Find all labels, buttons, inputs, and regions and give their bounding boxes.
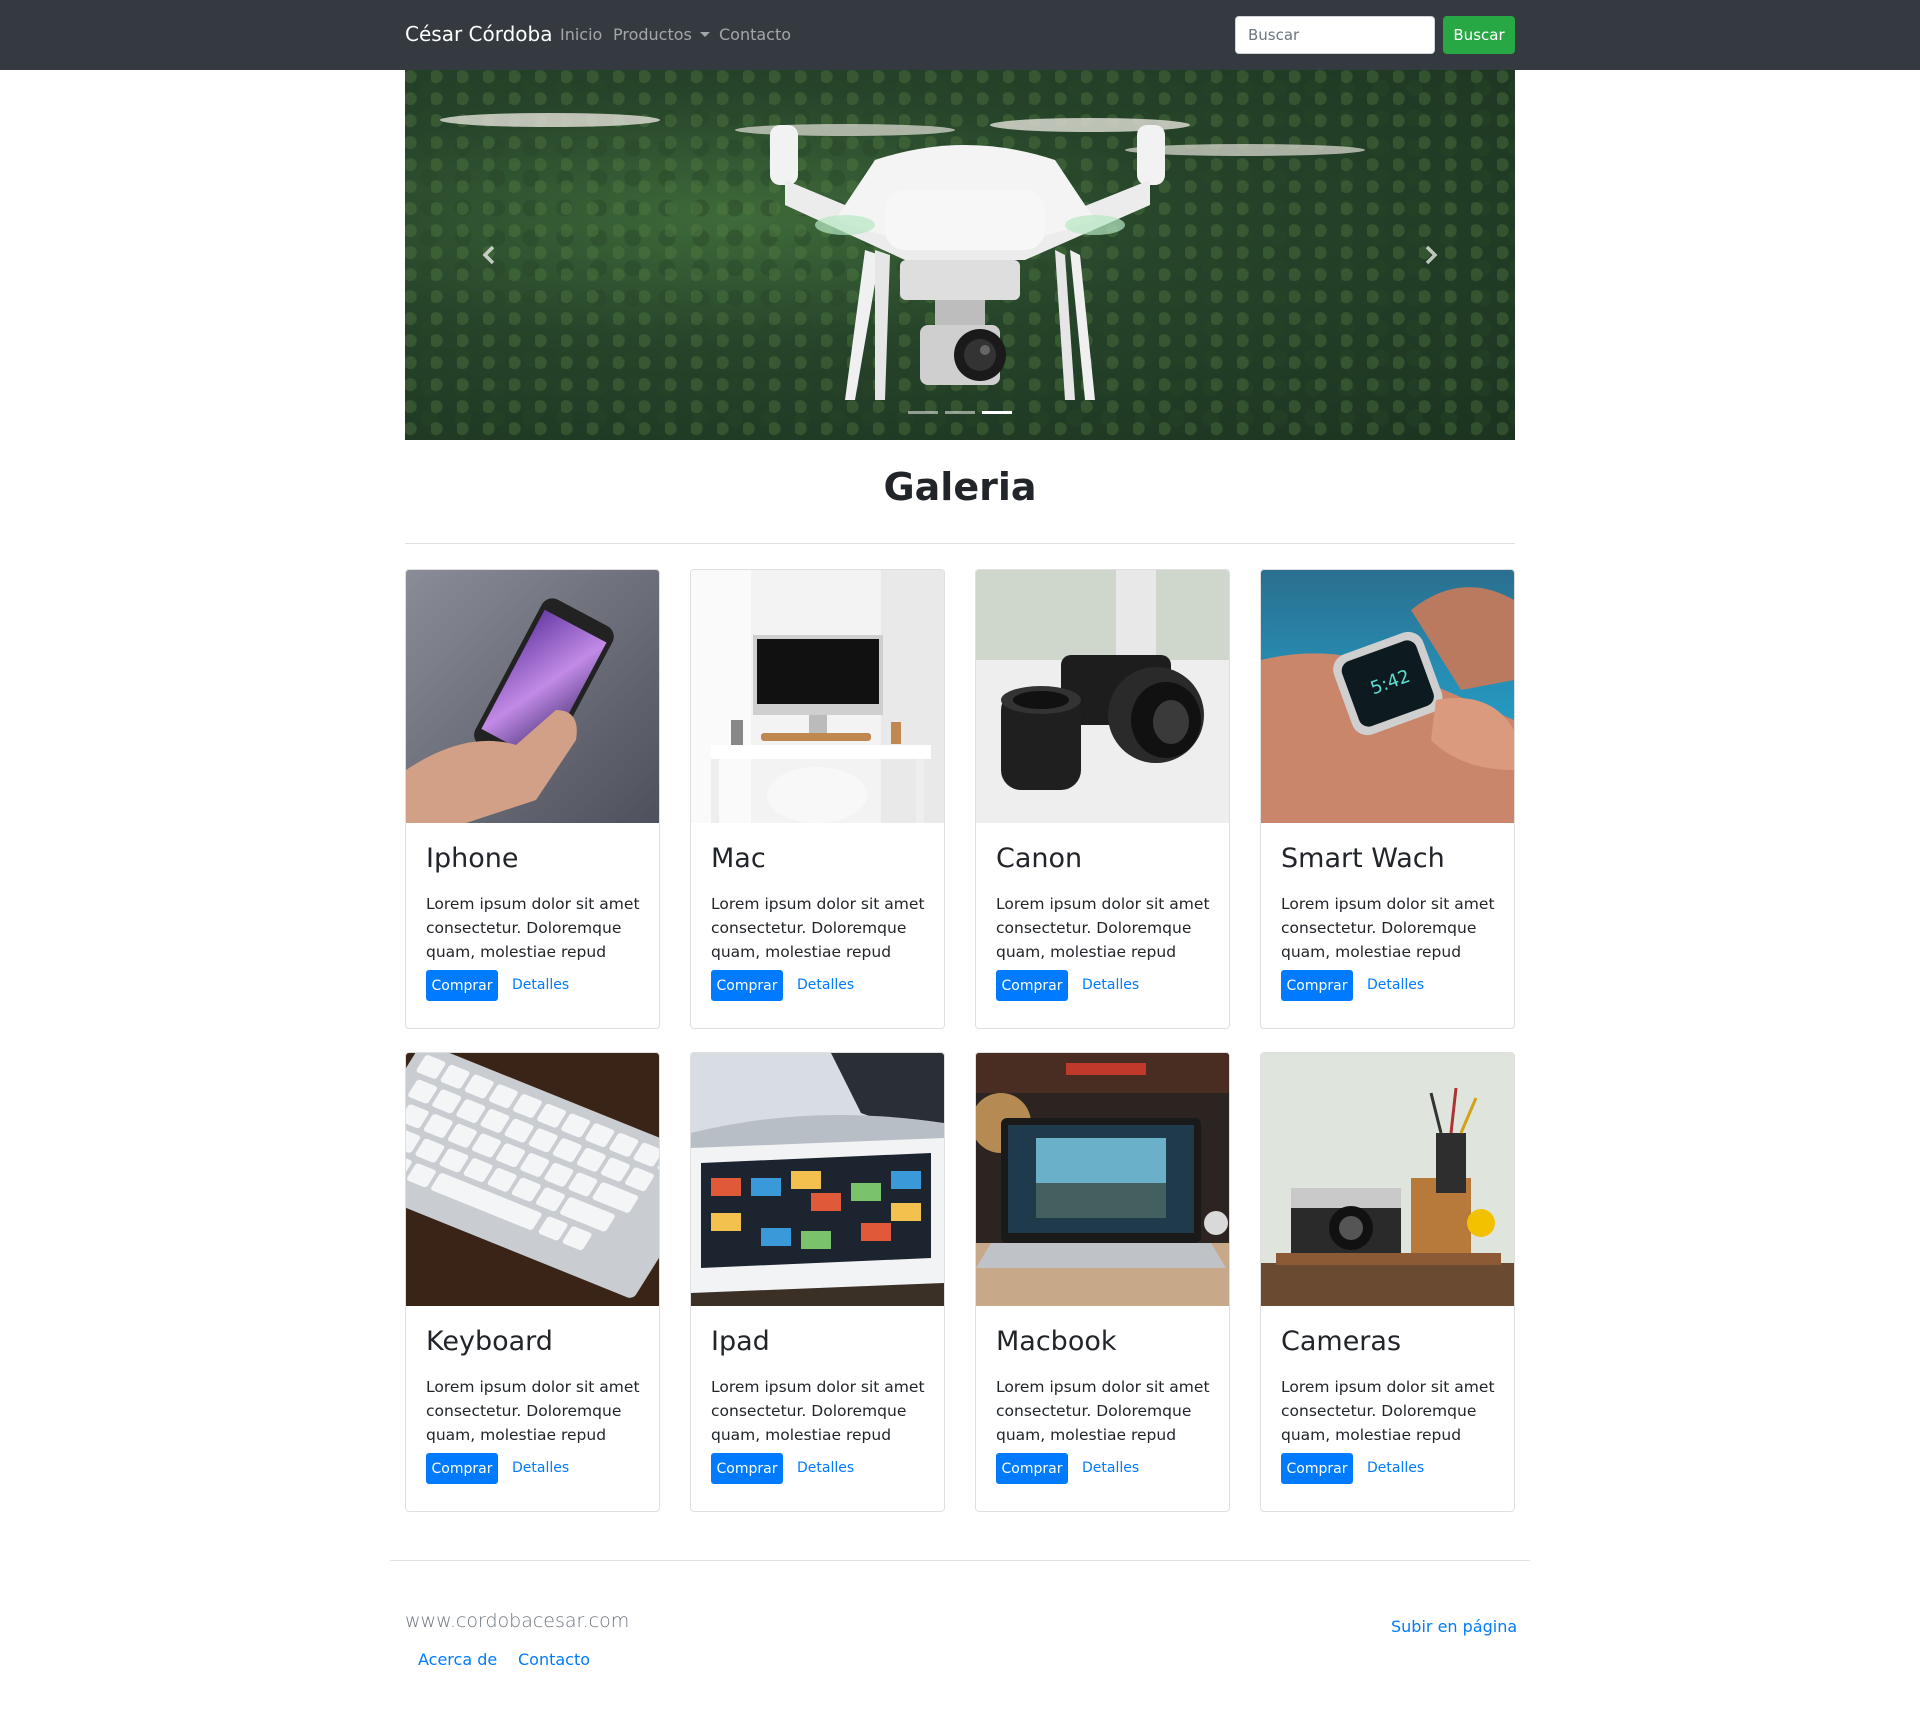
card-title: Canon bbox=[996, 843, 1083, 874]
nav-link-contacto[interactable]: Contacto bbox=[719, 25, 791, 44]
nav-dropdown-label: Productos bbox=[613, 25, 692, 44]
product-image-keyboard bbox=[406, 1053, 659, 1306]
navbar: César Córdoba Inicio Productos Contacto … bbox=[0, 0, 1920, 70]
details-link[interactable]: Detalles bbox=[797, 977, 854, 993]
carousel-indicator-active[interactable] bbox=[982, 411, 1012, 414]
back-to-top-link[interactable]: Subir en página bbox=[1391, 1617, 1517, 1636]
buy-button[interactable]: Comprar bbox=[1281, 1453, 1353, 1484]
details-link[interactable]: Detalles bbox=[797, 1460, 854, 1476]
product-card: 5:42 Smart Wach Lorem ipsum dolor sit am… bbox=[1260, 569, 1515, 1029]
card-text: Lorem ipsum dolor sit amet consectetur. … bbox=[1281, 895, 1495, 961]
navbar-container: César Córdoba Inicio Productos Contacto … bbox=[405, 0, 1515, 70]
footer-link-acerca[interactable]: Acerca de bbox=[418, 1650, 497, 1669]
divider bbox=[405, 543, 1515, 544]
product-card: Iphone Lorem ipsum dolor sit amet consec… bbox=[405, 569, 660, 1029]
card-text: Lorem ipsum dolor sit amet consectetur. … bbox=[426, 895, 640, 961]
nav-dropdown-productos[interactable]: Productos bbox=[613, 25, 710, 44]
search-input[interactable] bbox=[1235, 16, 1435, 54]
buy-button[interactable]: Comprar bbox=[426, 970, 498, 1001]
product-card: Ipad Lorem ipsum dolor sit amet consecte… bbox=[690, 1052, 945, 1512]
carousel-prev-icon[interactable] bbox=[475, 240, 505, 270]
card-text: Lorem ipsum dolor sit amet consectetur. … bbox=[1281, 1378, 1495, 1444]
card-title: Mac bbox=[711, 843, 766, 874]
card-text: Lorem ipsum dolor sit amet consectetur. … bbox=[996, 895, 1210, 961]
product-image-mac bbox=[691, 570, 944, 823]
details-link[interactable]: Detalles bbox=[1082, 977, 1139, 993]
footer-link-contacto[interactable]: Contacto bbox=[518, 1650, 590, 1669]
details-link[interactable]: Detalles bbox=[1367, 977, 1424, 993]
carousel-indicators bbox=[908, 411, 1018, 415]
footer-site-url: www.cordobacesar.com bbox=[405, 1610, 630, 1632]
product-image-smartwatch: 5:42 bbox=[1261, 570, 1514, 823]
buy-button[interactable]: Comprar bbox=[426, 1453, 498, 1484]
hero-carousel bbox=[405, 70, 1515, 440]
details-link[interactable]: Detalles bbox=[512, 1460, 569, 1476]
nav-link-inicio[interactable]: Inicio bbox=[560, 25, 602, 44]
product-image-cameras bbox=[1261, 1053, 1514, 1306]
product-image-canon bbox=[976, 570, 1229, 823]
product-card: Canon Lorem ipsum dolor sit amet consect… bbox=[975, 569, 1230, 1029]
carousel-next-icon[interactable] bbox=[1415, 240, 1445, 270]
caret-down-icon bbox=[699, 32, 710, 37]
page-title: Galeria bbox=[883, 465, 1037, 509]
card-title: Cameras bbox=[1281, 1326, 1402, 1357]
product-card: Mac Lorem ipsum dolor sit amet consectet… bbox=[690, 569, 945, 1029]
card-title: Keyboard bbox=[426, 1326, 553, 1357]
product-image-ipad bbox=[691, 1053, 944, 1306]
card-title: Iphone bbox=[426, 843, 519, 874]
carousel-indicator[interactable] bbox=[945, 411, 975, 414]
buy-button[interactable]: Comprar bbox=[711, 970, 783, 1001]
buy-button[interactable]: Comprar bbox=[996, 1453, 1068, 1484]
product-card: Keyboard Lorem ipsum dolor sit amet cons… bbox=[405, 1052, 660, 1512]
product-card: Cameras Lorem ipsum dolor sit amet conse… bbox=[1260, 1052, 1515, 1512]
carousel-indicator[interactable] bbox=[908, 411, 938, 414]
card-text: Lorem ipsum dolor sit amet consectetur. … bbox=[711, 895, 925, 961]
card-text: Lorem ipsum dolor sit amet consectetur. … bbox=[711, 1378, 925, 1444]
buy-button[interactable]: Comprar bbox=[711, 1453, 783, 1484]
details-link[interactable]: Detalles bbox=[1367, 1460, 1424, 1476]
details-link[interactable]: Detalles bbox=[512, 977, 569, 993]
search-button[interactable]: Buscar bbox=[1443, 16, 1515, 54]
card-title: Macbook bbox=[996, 1326, 1117, 1357]
card-text: Lorem ipsum dolor sit amet consectetur. … bbox=[996, 1378, 1210, 1444]
product-image-iphone bbox=[406, 570, 659, 823]
navbar-brand[interactable]: César Córdoba bbox=[405, 22, 552, 46]
drone-image bbox=[440, 113, 1365, 400]
footer-divider bbox=[390, 1560, 1530, 1561]
buy-button[interactable]: Comprar bbox=[996, 970, 1068, 1001]
card-text: Lorem ipsum dolor sit amet consectetur. … bbox=[426, 1378, 640, 1444]
card-title: Smart Wach bbox=[1281, 843, 1445, 874]
product-image-macbook bbox=[976, 1053, 1229, 1306]
card-title: Ipad bbox=[711, 1326, 770, 1357]
product-card: Macbook Lorem ipsum dolor sit amet conse… bbox=[975, 1052, 1230, 1512]
details-link[interactable]: Detalles bbox=[1082, 1460, 1139, 1476]
buy-button[interactable]: Comprar bbox=[1281, 970, 1353, 1001]
